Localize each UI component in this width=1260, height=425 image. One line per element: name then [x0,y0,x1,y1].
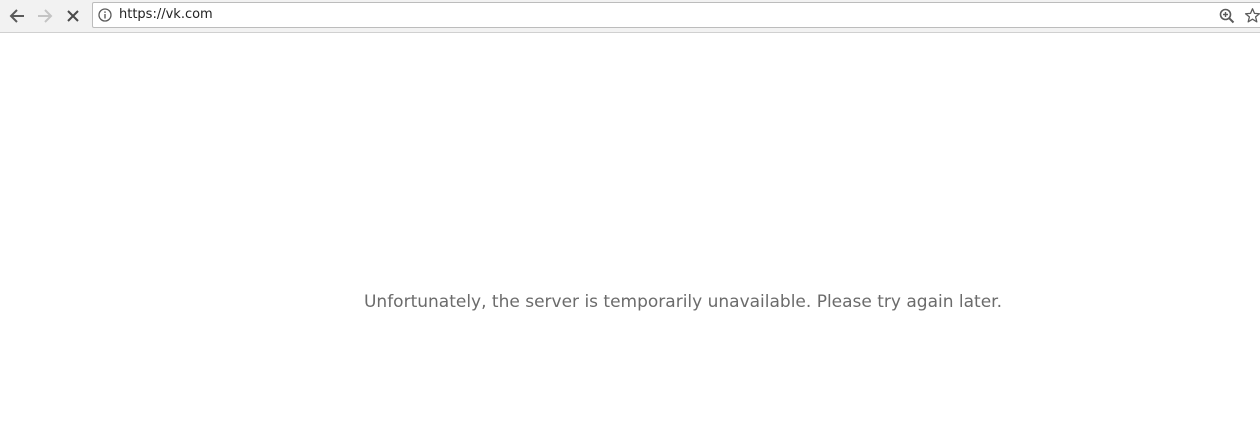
back-button[interactable] [4,3,30,29]
stop-button[interactable] [60,3,86,29]
address-bar[interactable]: https://vk.com [92,2,1260,28]
arrow-left-icon [9,9,24,23]
forward-button[interactable] [32,3,58,29]
server-unavailable-message: Unfortunately, the server is temporarily… [363,292,1003,312]
info-icon[interactable] [98,8,112,22]
browser-toolbar: https://vk.com [0,0,1260,33]
arrow-right-icon [38,9,53,23]
url-text[interactable]: https://vk.com [119,7,213,23]
close-icon [67,10,79,22]
zoom-in-icon[interactable] [1219,8,1235,24]
star-icon[interactable] [1244,7,1260,24]
